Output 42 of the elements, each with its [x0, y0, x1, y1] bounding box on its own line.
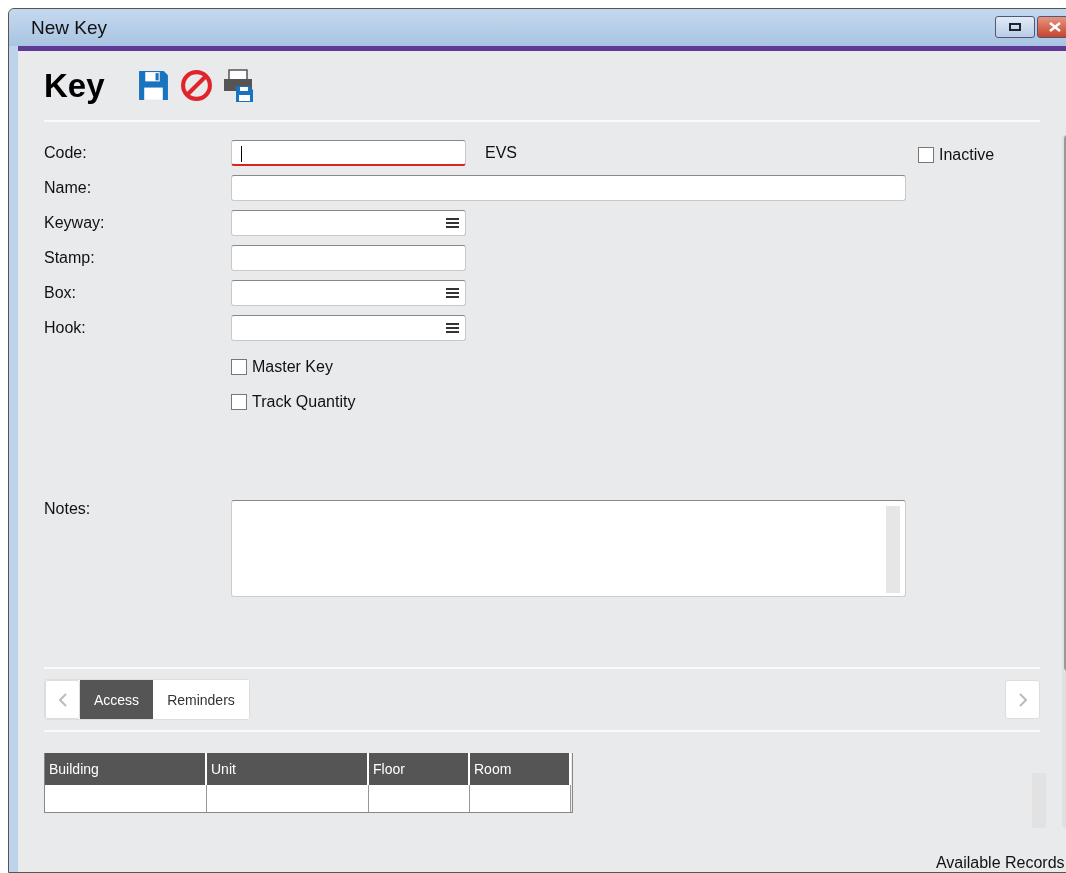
cancel-icon[interactable]: [179, 69, 213, 102]
notes-field[interactable]: [231, 500, 906, 597]
input-field[interactable]: [231, 175, 906, 201]
input-field[interactable]: [231, 280, 466, 306]
checkbox-label: Inactive: [939, 146, 995, 164]
chevron-left-icon: [58, 692, 67, 707]
close-icon: [1048, 22, 1062, 32]
field-label: Code:: [44, 144, 88, 162]
page-title: Key: [44, 66, 105, 105]
checkbox[interactable]: [231, 359, 247, 375]
checkbox-label: Master Key: [252, 358, 333, 376]
field-label: Hook:: [44, 319, 87, 337]
field-label: Notes:: [44, 500, 92, 519]
column-header[interactable]: Floor: [369, 753, 470, 785]
column-header[interactable]: Room: [470, 753, 571, 785]
checkbox-label: Track Quantity: [252, 393, 356, 411]
scrollbar[interactable]: [886, 506, 900, 593]
field-label: Box:: [44, 284, 77, 302]
tab[interactable]: Access: [80, 680, 154, 719]
restore-button[interactable]: [995, 16, 1035, 38]
status-text: Available Records:: [935, 854, 1066, 872]
chevron-right-icon: [1018, 692, 1027, 707]
restore-icon: [1009, 23, 1021, 31]
list-icon[interactable]: [446, 217, 459, 229]
field-label: Stamp:: [44, 249, 96, 267]
list-icon[interactable]: [446, 287, 459, 299]
field-label: Name:: [44, 179, 93, 197]
save-icon[interactable]: [136, 69, 170, 102]
print-save-icon[interactable]: [222, 68, 255, 103]
column-header[interactable]: Unit: [207, 753, 369, 785]
input-field[interactable]: [231, 245, 466, 271]
checkbox[interactable]: [231, 394, 247, 410]
list-icon[interactable]: [446, 322, 459, 334]
input-field[interactable]: [231, 210, 466, 236]
field-label: Keyway:: [44, 214, 106, 232]
input-field[interactable]: [231, 315, 466, 341]
checkbox[interactable]: [918, 147, 934, 163]
window-title: New Key: [31, 16, 108, 39]
input-field[interactable]: [231, 140, 466, 166]
suffix-text: EVS: [485, 144, 517, 162]
column-header[interactable]: Building: [45, 753, 207, 785]
close-button[interactable]: [1037, 16, 1066, 38]
